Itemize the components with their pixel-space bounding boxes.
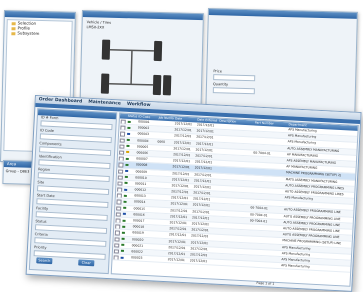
cell-code: 000012 <box>134 187 147 193</box>
status-flag-icon <box>124 156 135 162</box>
cell-job <box>151 238 168 244</box>
tree-window-header <box>4 11 75 19</box>
cell-job <box>153 195 170 201</box>
cell-job <box>151 232 168 238</box>
status-flag-icon <box>119 255 130 261</box>
cell-code: 000005 <box>136 144 149 149</box>
status-flag-icon <box>121 224 132 230</box>
cell-code: 000017 <box>132 218 145 223</box>
cell-code: 000004 <box>137 137 149 143</box>
status-flag-icon <box>120 249 131 255</box>
order-window: Order Dashboard Maintenance Workflow ID … <box>25 95 362 292</box>
cell-job <box>155 164 172 170</box>
cell-job <box>154 182 171 188</box>
cell-job <box>156 151 173 157</box>
quantity-input[interactable] <box>212 87 255 95</box>
status-flag-icon <box>126 131 137 137</box>
status-flag-icon <box>121 218 132 224</box>
folder-icon <box>11 31 16 35</box>
cell-date: 2017/12/01 <box>189 258 208 264</box>
cell-code: 000013 <box>134 193 146 199</box>
pager: Page 1 of 1 <box>256 280 275 286</box>
cell-code: 000002 <box>137 125 150 131</box>
cell-code: 000014 <box>133 199 146 205</box>
table-body: 000001 2017/12/01 2017/12/01 APS Manufactur… <box>112 118 358 274</box>
cell-code: 000010 <box>135 175 147 180</box>
cell-job <box>152 219 169 225</box>
filter-panel: ID # Form ID Code Components Identification… <box>28 108 118 275</box>
cell-job <box>151 244 168 250</box>
status-flag-icon <box>121 230 132 236</box>
cell-code: 000021 <box>131 243 144 248</box>
cell-code: 000022 <box>131 249 143 254</box>
cell-job <box>153 201 170 207</box>
status-flag-icon <box>120 236 131 242</box>
cell-job <box>152 213 169 219</box>
cell-job <box>152 225 169 231</box>
cell-job <box>150 256 167 262</box>
vehicle-line1: Vehicle / Tires <box>86 20 111 25</box>
cell-job <box>157 120 174 126</box>
cell-job <box>155 170 172 176</box>
cell-job <box>157 133 174 139</box>
cell-code: 000006 <box>136 150 149 155</box>
status-flag-icon <box>122 199 133 205</box>
search-button[interactable]: Search <box>36 257 53 265</box>
status-flag-icon <box>125 144 136 150</box>
cell-job <box>157 127 174 133</box>
cell-job <box>154 188 171 194</box>
status-flag-icon <box>120 242 131 248</box>
cell-code: 000016 <box>133 212 145 217</box>
cell-code: 000011 <box>134 181 147 186</box>
status-flag-icon <box>123 187 134 193</box>
vehicle-window-header <box>82 11 203 21</box>
status-flag-icon <box>123 174 134 180</box>
status-flag-icon <box>122 193 133 199</box>
status-flag-icon <box>123 181 134 187</box>
status-flag-icon <box>124 168 135 174</box>
price-input[interactable] <box>213 74 256 82</box>
cell-job <box>154 176 171 182</box>
properties-window-header <box>208 9 357 19</box>
cell-code: 000019 <box>132 230 144 236</box>
filter-list: ID # Form ID Code Components Identification… <box>31 115 116 260</box>
status-flag-icon <box>125 137 136 143</box>
cell-code: 000018 <box>132 224 145 230</box>
tree-item[interactable]: Subsystem <box>7 30 71 37</box>
cell-job <box>156 145 173 151</box>
cell-code: 000015 <box>133 205 146 211</box>
quantity-label: Quantity <box>212 82 229 87</box>
cell-code: 000008 <box>135 162 148 168</box>
cell-code: 000023 <box>130 255 143 260</box>
cell-code: 000007 <box>136 156 148 162</box>
status-flag-icon <box>122 212 133 218</box>
cell-code: 000001 <box>138 119 150 125</box>
status-flag-icon <box>124 162 135 168</box>
cell-code: 000009 <box>135 168 148 174</box>
status-flag-icon <box>122 205 133 211</box>
cell-job: 0060 <box>157 139 166 144</box>
price-label: Price <box>213 69 222 74</box>
orders-table: Status ID Code Job Number Date Date Entered D… <box>110 112 359 287</box>
cell-desc <box>211 260 247 267</box>
cell-job <box>155 158 172 164</box>
cell-job <box>153 207 170 213</box>
cell-part <box>246 261 280 268</box>
cell-job <box>150 250 167 256</box>
status-flag-icon <box>125 150 136 156</box>
clear-button[interactable]: Clear <box>78 259 95 267</box>
cell-code: 000020 <box>131 236 144 242</box>
cell-code: 000003 <box>137 131 150 137</box>
status-flag-icon <box>126 119 137 125</box>
cell-date: 2017/12/01 <box>167 257 185 263</box>
status-flag-icon <box>126 125 137 131</box>
